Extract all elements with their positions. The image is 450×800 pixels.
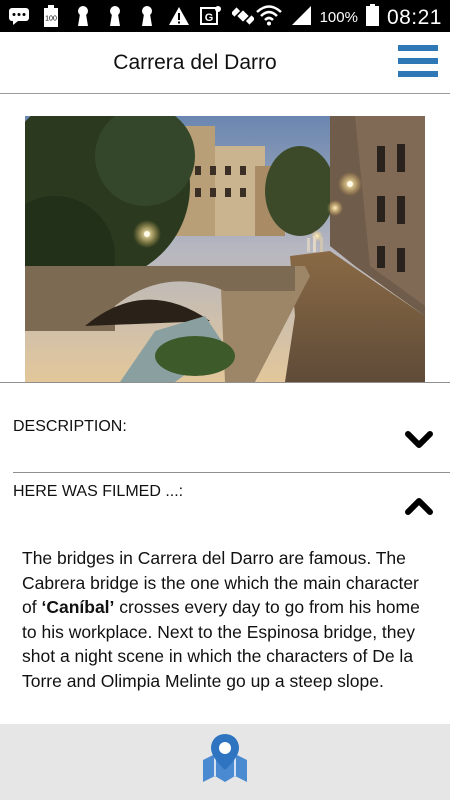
svg-text:G: G xyxy=(205,12,214,24)
page-title: Carrera del Darro xyxy=(113,51,277,74)
wifi-icon xyxy=(255,4,282,31)
hamburger-menu-icon[interactable] xyxy=(398,43,438,79)
clock: 08:21 xyxy=(386,5,442,29)
location-photo xyxy=(25,116,425,382)
warning-icon xyxy=(168,5,190,27)
keyhole-icon xyxy=(72,5,94,27)
chevron-down-icon[interactable] xyxy=(404,428,434,452)
section-divider xyxy=(13,472,450,473)
signal-icon xyxy=(290,4,312,31)
filmed-description: The bridges in Carrera del Darro are fam… xyxy=(22,546,432,693)
battery-saver-icon: 100 xyxy=(40,5,62,27)
notification-icons: 100 G xyxy=(8,5,254,27)
menu-line xyxy=(398,71,438,77)
battery-saver-label: 100 xyxy=(45,16,57,23)
bottom-bar xyxy=(0,724,450,800)
map-pin-icon[interactable] xyxy=(201,732,249,784)
battery-percent: 100% xyxy=(319,9,358,26)
menu-line xyxy=(398,45,438,51)
satellite-icon xyxy=(232,5,254,27)
filmed-header[interactable]: HERE WAS FILMED ...: xyxy=(13,483,183,501)
film-title: ‘Caníbal’ xyxy=(41,597,115,617)
status-bar: 100 G 100% 08:21 xyxy=(0,0,450,32)
section-divider xyxy=(0,382,450,383)
chat-icon xyxy=(8,5,30,27)
keyhole-icon xyxy=(104,5,126,27)
menu-line xyxy=(398,58,438,64)
keyhole-icon xyxy=(136,5,158,27)
battery-icon xyxy=(365,4,379,31)
system-indicators: 100% 08:21 xyxy=(255,4,442,31)
chevron-up-icon[interactable] xyxy=(404,494,434,518)
g-sync-icon: G xyxy=(200,5,222,27)
description-header[interactable]: DESCRIPTION: xyxy=(13,418,127,436)
app-header: Carrera del Darro xyxy=(0,32,450,94)
